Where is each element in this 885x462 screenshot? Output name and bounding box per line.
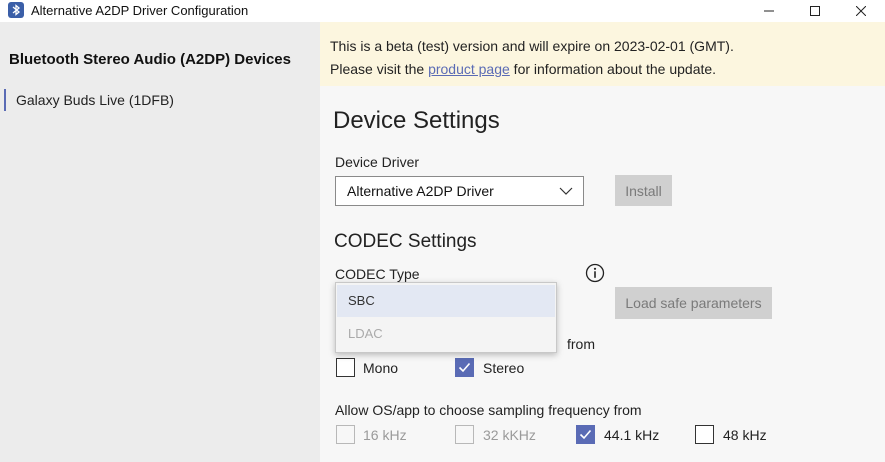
codec-option-ldac[interactable]: LDAC [337,318,555,350]
channel-mode-label-suffix: from [567,336,595,352]
update-info-suffix: for information about the update. [509,61,717,77]
close-icon [856,6,866,16]
checkmark-icon [458,362,471,373]
minimize-icon [764,10,774,12]
sidebar-heading: Bluetooth Stereo Audio (A2DP) Devices [9,51,291,68]
sidebar-item-label: Galaxy Buds Live (1DFB) [16,92,174,108]
device-settings-heading: Device Settings [333,107,500,134]
mono-checkbox[interactable] [336,358,355,377]
codec-type-dropdown: SBC LDAC [335,282,557,353]
device-sidebar: Bluetooth Stereo Audio (A2DP) Devices Ga… [0,22,320,462]
maximize-icon [810,6,820,16]
title-bar: Alternative A2DP Driver Configuration [0,0,885,22]
freq-44khz-checkbox[interactable] [576,425,595,444]
device-driver-value: Alternative A2DP Driver [347,183,494,199]
close-button[interactable] [838,0,884,22]
load-safe-parameters-button[interactable]: Load safe parameters [615,287,772,319]
maximize-button[interactable] [792,0,838,22]
info-icon[interactable] [585,263,605,283]
bluetooth-app-icon [8,2,24,18]
window-title: Alternative A2DP Driver Configuration [31,3,249,18]
codec-type-label: CODEC Type [335,266,420,282]
update-info-text: Please visit the product page for inform… [330,61,716,77]
product-page-link[interactable]: product page [428,61,510,77]
freq-48khz-checkbox[interactable] [695,425,714,444]
sampling-frequency-label: Allow OS/app to choose sampling frequenc… [335,402,642,418]
stereo-label: Stereo [483,360,525,376]
chevron-down-icon [559,187,573,195]
device-driver-select[interactable]: Alternative A2DP Driver [335,176,584,206]
freq-44khz-label: 44.1 kHz [604,427,660,443]
freq-48khz-label: 48 kHz [723,427,767,443]
sidebar-item-galaxy-buds[interactable]: Galaxy Buds Live (1DFB) [4,88,314,112]
beta-expiry-text: This is a beta (test) version and will e… [330,38,734,54]
update-info-prefix: Please visit the [330,61,429,77]
checkmark-icon [579,429,592,440]
mono-label: Mono [363,360,399,376]
freq-32khz-label: 32 kKHz [483,427,536,443]
stereo-checkbox[interactable] [455,358,474,377]
minimize-button[interactable] [746,0,792,22]
freq-32khz-checkbox[interactable] [455,425,474,444]
install-button[interactable]: Install [615,175,672,206]
freq-16khz-label: 16 kHz [363,427,407,443]
codec-settings-heading: CODEC Settings [334,231,477,252]
selection-indicator [4,89,6,111]
freq-16khz-checkbox[interactable] [336,425,355,444]
codec-option-sbc[interactable]: SBC [337,285,555,317]
device-driver-label: Device Driver [335,154,420,170]
codec-option-label: SBC [348,293,375,308]
codec-option-label: LDAC [348,326,383,341]
beta-banner: This is a beta (test) version and will e… [320,22,885,86]
